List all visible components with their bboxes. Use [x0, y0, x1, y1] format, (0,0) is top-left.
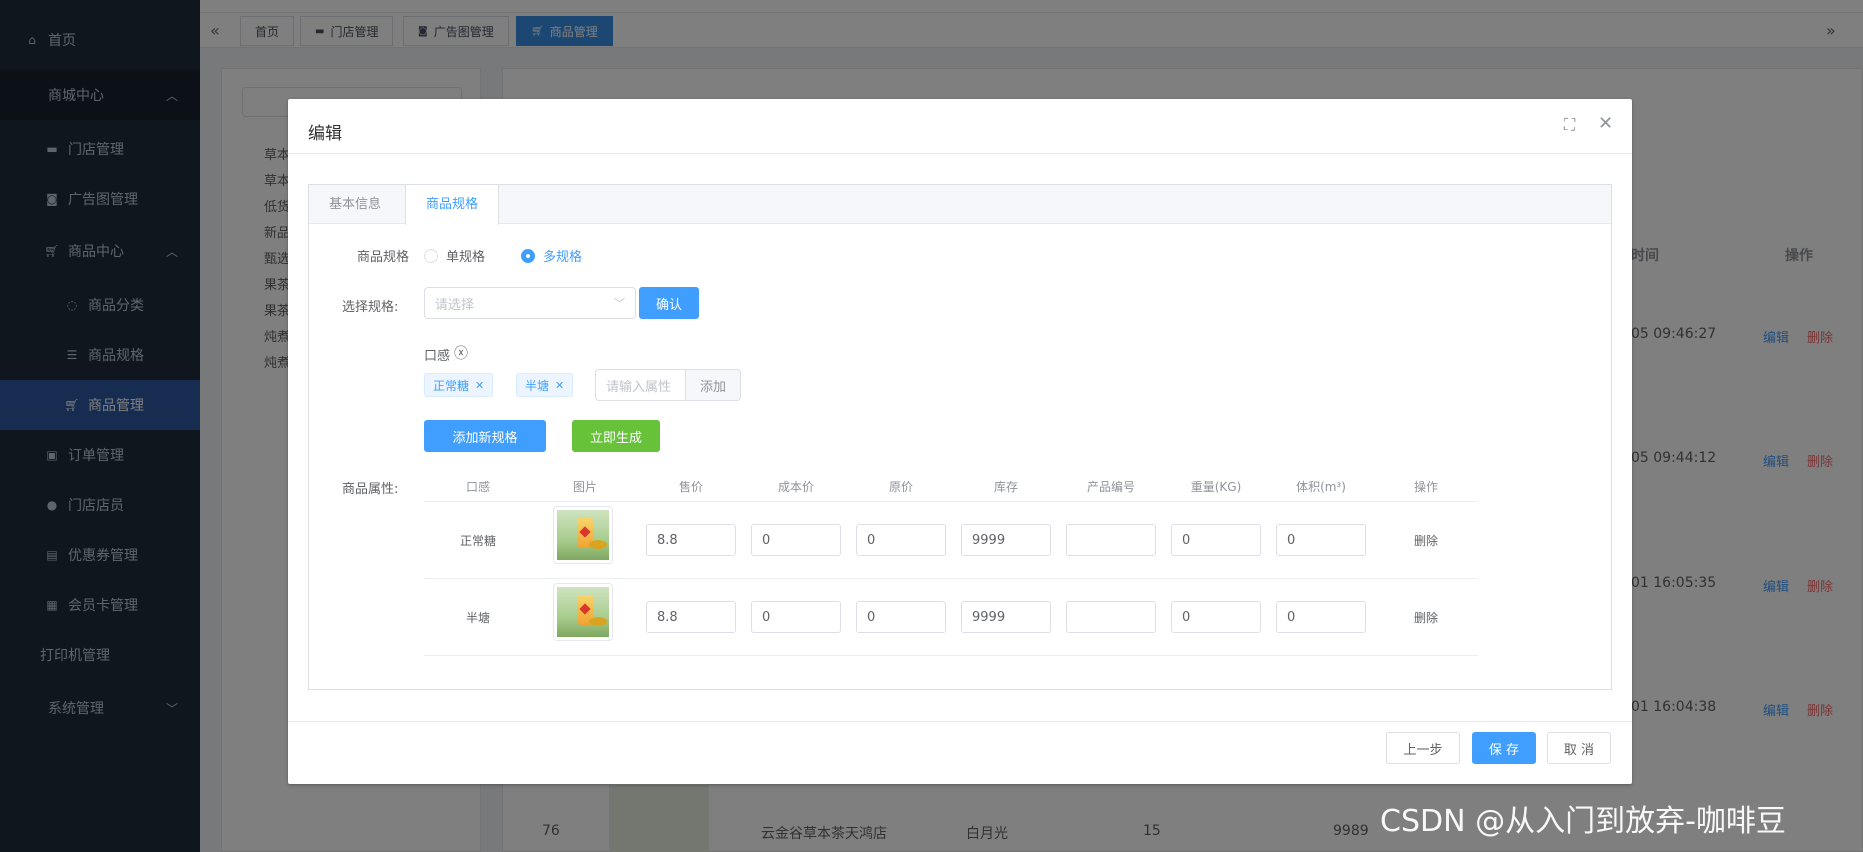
original-price-input[interactable]: 0 [856, 524, 946, 556]
radio-label: 多规格 [543, 250, 583, 265]
chip-label: 正常糖 [433, 378, 470, 393]
grid-divider [424, 501, 1478, 502]
radio-label: 单规格 [446, 250, 486, 265]
dialog-footer-divider [288, 721, 1632, 722]
attr-chip: 半塘 ✕ [516, 373, 574, 397]
attr-group-name: 口感 [424, 349, 451, 364]
column-header: 体积(m³) [1296, 480, 1346, 494]
chevron-down-icon: ﹀ [614, 297, 625, 310]
edit-dialog: 编辑 ⛶ ✕ 基本信息 商品规格 商品规格 单规格 多规格 选择规格: 请选择 … [288, 99, 1632, 784]
price-input[interactable]: 8.8 [646, 601, 736, 633]
input-placeholder: 请输入属性 [606, 379, 672, 395]
spec-image-upload[interactable] [553, 583, 613, 641]
multi-spec-radio[interactable]: 多规格 [521, 246, 582, 265]
single-spec-radio[interactable]: 单规格 [424, 246, 485, 265]
attr-chip: 正常糖 ✕ [424, 373, 494, 397]
fullscreen-icon[interactable]: ⛶ [1564, 115, 1575, 135]
original-price-input[interactable]: 0 [856, 601, 946, 633]
tab-basic-info[interactable]: 基本信息 [309, 185, 401, 224]
tab-header: 基本信息 商品规格 [309, 185, 1611, 225]
goods-attr-label: 商品属性: [342, 482, 399, 497]
product-image [557, 510, 609, 560]
column-header: 口感 [465, 480, 491, 494]
confirm-button[interactable]: 确认 [639, 287, 699, 319]
cancel-button[interactable]: 取 消 [1547, 732, 1611, 764]
row-delete-link[interactable]: 删除 [1414, 609, 1438, 626]
column-header: 操作 [1413, 480, 1439, 494]
column-header: 原价 [888, 480, 914, 494]
generate-now-button[interactable]: 立即生成 [572, 420, 660, 452]
price-input[interactable]: 8.8 [646, 524, 736, 556]
weight-input[interactable]: 0 [1171, 524, 1261, 556]
radio-icon [424, 248, 438, 263]
table-cell-flavor: 半塘 [465, 611, 491, 625]
column-header: 成本价 [777, 480, 815, 494]
select-placeholder: 请选择 [435, 297, 475, 313]
column-header: 重量(KG) [1190, 480, 1242, 494]
sku-input[interactable] [1066, 524, 1156, 556]
volume-input[interactable]: 0 [1276, 524, 1366, 556]
cost-input[interactable]: 0 [751, 524, 841, 556]
sku-input[interactable] [1066, 601, 1156, 633]
spec-image-upload[interactable] [553, 506, 613, 564]
tab-goods-spec[interactable]: 商品规格 [405, 185, 500, 225]
column-header: 图片 [572, 480, 598, 494]
column-header: 库存 [993, 480, 1019, 494]
stock-input[interactable]: 9999 [961, 601, 1051, 633]
volume-input[interactable]: 0 [1276, 601, 1366, 633]
close-icon[interactable]: ✕ [1598, 113, 1613, 134]
prev-step-button[interactable]: 上一步 [1386, 732, 1460, 764]
table-cell-flavor: 正常糖 [459, 534, 497, 548]
close-icon[interactable]: ✕ [555, 379, 564, 392]
radio-checked-icon [521, 248, 535, 263]
cost-input[interactable]: 0 [751, 601, 841, 633]
column-header: 售价 [678, 480, 704, 494]
attr-add-button[interactable]: 添加 [686, 369, 742, 401]
grid-divider [424, 655, 1478, 656]
grid-divider [424, 578, 1478, 579]
row-delete-link[interactable]: 删除 [1414, 532, 1438, 549]
csdn-watermark: CSDN @从入门到放弃-咖啡豆 [1380, 804, 1786, 839]
stock-input[interactable]: 9999 [961, 524, 1051, 556]
attr-input[interactable]: 请输入属性 [595, 369, 686, 401]
remove-circle-icon[interactable]: ⓧ [454, 343, 468, 363]
weight-input[interactable]: 0 [1171, 601, 1261, 633]
save-button[interactable]: 保 存 [1472, 732, 1536, 764]
add-new-spec-button[interactable]: 添加新规格 [424, 420, 546, 452]
spec-type-label: 商品规格 [357, 250, 410, 265]
chip-label: 半塘 [525, 378, 550, 393]
product-image [557, 587, 609, 637]
column-header: 产品编号 [1086, 480, 1136, 494]
spec-select[interactable]: 请选择 ﹀ [424, 287, 636, 319]
choose-spec-label: 选择规格: [342, 300, 399, 315]
dialog-title: 编辑 [308, 124, 342, 144]
dialog-header-divider [288, 153, 1632, 154]
close-icon[interactable]: ✕ [475, 379, 484, 392]
